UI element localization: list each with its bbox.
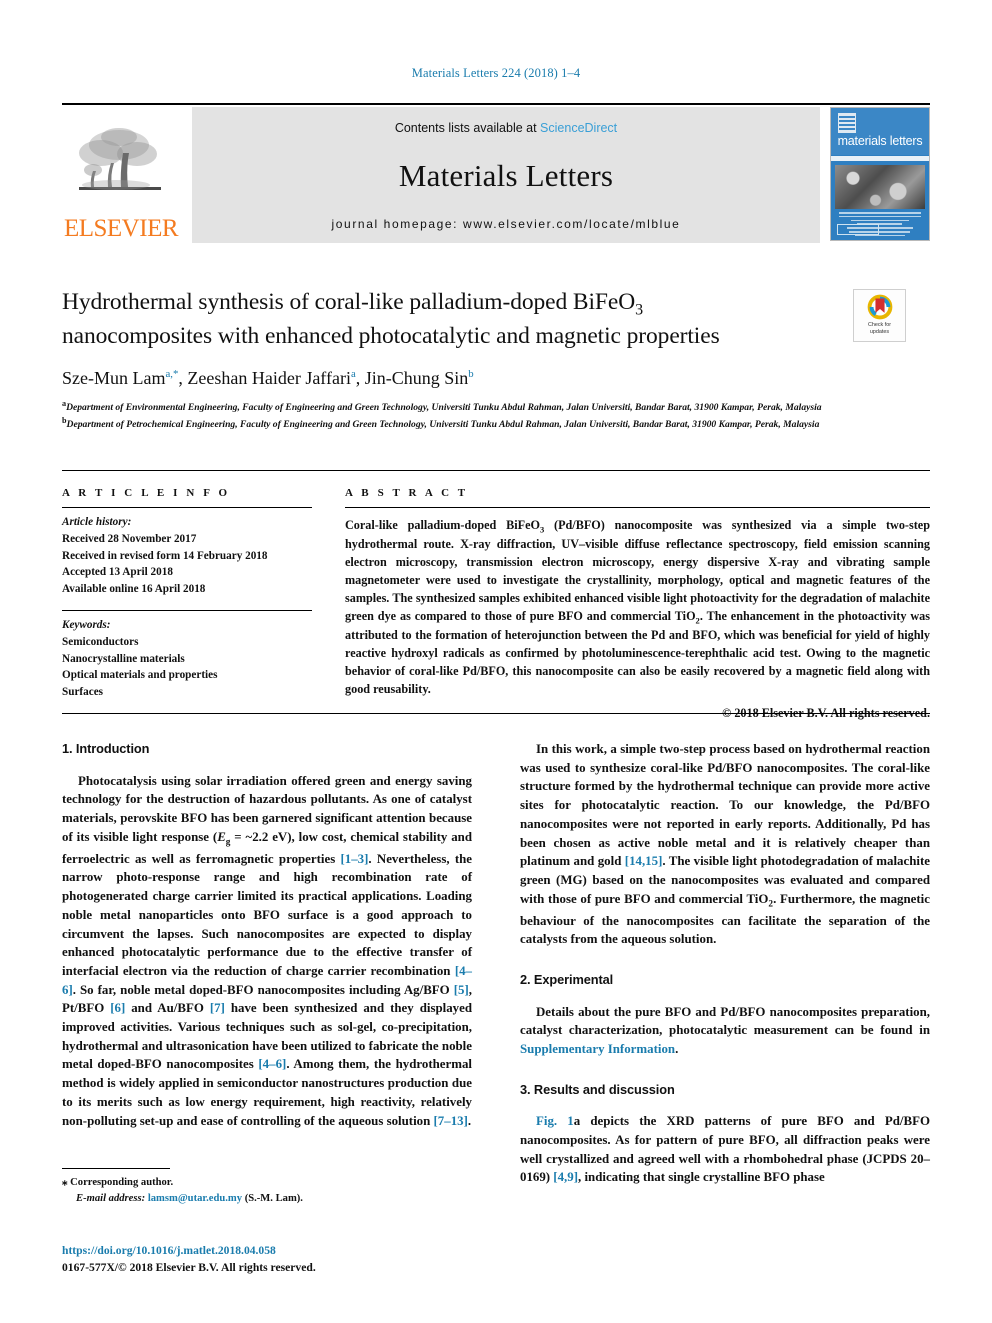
page-title: Hydrothermal synthesis of coral-like pal… (62, 287, 832, 352)
citation-7-13[interactable]: [7–13] (434, 1114, 468, 1128)
article-info-column: Article history: Received 28 November 20… (62, 507, 312, 701)
title-subscript: 3 (635, 301, 643, 319)
paragraph-results: Fig. 1a depicts the XRD patterns of pure… (520, 1112, 930, 1187)
body-column-left: 1. Introduction Photocatalysis using sol… (62, 740, 472, 1130)
abstract-part-1: Coral-like palladium-doped BiFeO (345, 518, 540, 532)
article-history: Article history: Received 28 November 20… (62, 514, 312, 598)
issn-copyright-line: 0167-577X/© 2018 Elsevier B.V. All right… (62, 1260, 316, 1274)
history-item: Available online 16 April 2018 (62, 583, 206, 596)
author-2-marker: a (350, 367, 356, 380)
journal-homepage[interactable]: journal homepage: www.elsevier.com/locat… (332, 217, 681, 231)
corresponding-author-text: Corresponding author. (70, 1177, 174, 1188)
elsevier-logo: ELSEVIER (62, 107, 180, 243)
doi-block: https://doi.org/10.1016/j.matlet.2018.04… (62, 1243, 482, 1277)
history-item: Received 28 November 2017 (62, 532, 197, 545)
elsevier-wordmark: ELSEVIER (63, 215, 179, 242)
citation-6[interactable]: [6] (110, 1001, 125, 1015)
crossmark-icon (867, 294, 892, 320)
footnote-block: ⁎ Corresponding author. E-mail address: … (62, 1168, 472, 1206)
crossmark-badge[interactable]: Check for updates (853, 289, 906, 342)
divider-top (62, 470, 930, 471)
history-item: Received in revised form 14 February 201… (62, 549, 268, 562)
abstract-column: Coral-like palladium-doped BiFeO3 (Pd/BF… (345, 507, 930, 721)
author-list: Sze-Mun Lama,*, Zeeshan Haider Jaffaria,… (62, 367, 474, 388)
title-line-2: nanocomposites with enhanced photocataly… (62, 322, 720, 349)
abstract-heading: A B S T R A C T (345, 487, 469, 499)
author-3-marker: b (468, 367, 474, 380)
cover-micrograph-image (835, 165, 925, 209)
running-head: Materials Letters 224 (2018) 1–4 (411, 66, 581, 80)
crossmark-label: Check for updates (868, 322, 891, 336)
footnote-divider (62, 1168, 170, 1169)
journal-band: Contents lists available at ScienceDirec… (192, 107, 820, 243)
eg-symbol: E (217, 829, 226, 844)
affiliation-b-text: Department of Petrochemical Engineering,… (66, 419, 820, 431)
keyword-item: Semiconductors (62, 635, 139, 648)
sciencedirect-link[interactable]: ScienceDirect (540, 121, 617, 135)
title-line-1: Hydrothermal synthesis of coral-like pal… (62, 289, 636, 315)
citation-5[interactable]: [5] (454, 983, 469, 997)
keywords-list: Keywords: Semiconductors Nanocrystalline… (62, 617, 312, 701)
author-3: Jin-Chung Sinb (364, 367, 474, 388)
heading-results-discussion: 3. Results and discussion (520, 1081, 675, 1097)
email-label: E-mail address: (76, 1192, 146, 1204)
heading-experimental: 2. Experimental (520, 972, 614, 988)
affiliation-a-text: Department of Environmental Engineering,… (66, 401, 822, 413)
intro-text-i: . (467, 1113, 472, 1128)
keyword-item: Optical materials and properties (62, 669, 218, 682)
supplementary-information-link[interactable]: Supplementary Information (520, 1042, 675, 1056)
figure-1-link[interactable]: Fig. 1 (536, 1114, 574, 1128)
history-item: Accepted 13 April 2018 (62, 566, 173, 579)
exp-text-a: Details about the pure BFO and Pd/BFO na… (520, 1004, 930, 1038)
affiliation-b: bDepartment of Petrochemical Engineering… (62, 415, 820, 431)
affiliations: aDepartment of Environmental Engineering… (62, 398, 930, 432)
exp-text-b: . (675, 1042, 679, 1057)
elsevier-tree-icon (79, 128, 161, 190)
citation-4-6b[interactable]: [4–6] (258, 1057, 286, 1071)
author-1-marker: a,* (165, 367, 179, 380)
citation-14-15[interactable]: [14,15] (625, 854, 663, 868)
doi-link[interactable]: https://doi.org/10.1016/j.matlet.2018.04… (62, 1243, 482, 1260)
crossmark-label-line1: Check for (867, 322, 892, 328)
article-info-heading: A R T I C L E I N F O (62, 487, 231, 499)
crossmark-label-line2: updates (869, 328, 890, 335)
email-owner: (S.-M. Lam). (244, 1192, 303, 1204)
intro-text-f: and Au/BFO (125, 1001, 210, 1016)
journal-cover-thumbnail: materials letters (830, 107, 930, 241)
email-note: E-mail address: lamsm@utar.edu.my (S.-M.… (62, 1191, 472, 1207)
cover-title: materials letters (837, 134, 923, 148)
title-block: Hydrothermal synthesis of coral-like pal… (62, 287, 930, 432)
author-2: Zeeshan Haider Jaffaria (187, 367, 356, 388)
citation-1-3[interactable]: [1–3] (341, 852, 369, 866)
keywords-label: Keywords: (62, 618, 111, 631)
contents-line: Contents lists available at ScienceDirec… (395, 121, 617, 135)
divider-bottom (62, 713, 930, 714)
abstract-part-2: (Pd/BFO) nanocomposite was synthesized v… (345, 518, 930, 623)
keyword-item: Nanocrystalline materials (62, 652, 185, 665)
citation-4-9[interactable]: [4,9] (553, 1170, 578, 1184)
journal-masthead: ELSEVIER Contents lists available at Sci… (62, 103, 930, 243)
heading-introduction: 1. Introduction (62, 741, 150, 756)
paper-page: Materials Letters 224 (2018) 1–4 ELSEVIE… (0, 0, 992, 1323)
corresponding-author-note: ⁎ Corresponding author. (62, 1174, 472, 1191)
results-text-b: , indicating that single crystalline BFO… (578, 1170, 825, 1185)
article-history-label: Article history: (62, 516, 132, 528)
abstract-text: Coral-like palladium-doped BiFeO3 (Pd/BF… (345, 517, 930, 699)
asterisk-icon: ⁎ (62, 1176, 68, 1188)
paragraph-experimental: Details about the pure BFO and Pd/BFO na… (520, 1003, 930, 1059)
affiliation-a: aDepartment of Environmental Engineering… (62, 398, 822, 413)
author-1: Sze-Mun Lama,* (62, 367, 179, 388)
journal-title: Materials Letters (398, 158, 614, 193)
work-text-a: In this work, a simple two-step process … (520, 742, 930, 869)
body-column-right: In this work, a simple two-step process … (520, 740, 930, 1187)
keyword-item: Surfaces (62, 686, 104, 699)
contents-prefix: Contents lists available at (394, 121, 541, 135)
intro-text-d: . So far, noble metal doped-BFO nanocomp… (72, 982, 454, 997)
citation-7[interactable]: [7] (210, 1001, 225, 1015)
paragraph-intro: Photocatalysis using solar irradiation o… (62, 772, 472, 1131)
intro-text-c: . Nevertheless, the narrow photo-respons… (62, 851, 473, 978)
email-link[interactable]: lamsm@utar.edu.my (148, 1193, 242, 1204)
paragraph-this-work: In this work, a simple two-step process … (520, 740, 930, 949)
elsevier-mark-icon (838, 113, 856, 133)
